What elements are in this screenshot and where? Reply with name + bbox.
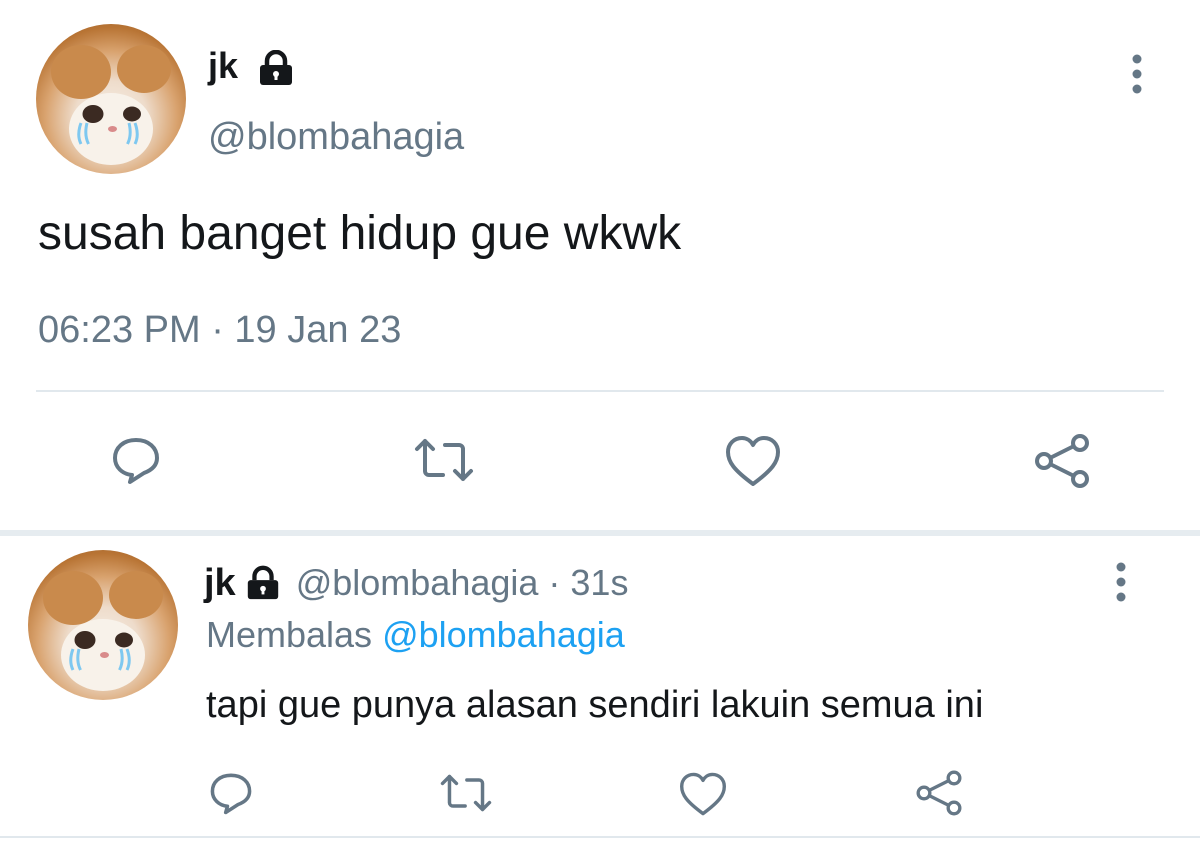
handle[interactable]: @blombahagia — [208, 114, 464, 160]
retweet-icon[interactable] — [412, 430, 476, 490]
share-icon[interactable] — [912, 766, 966, 820]
replying-prefix: Membalas — [206, 614, 373, 655]
reply-header: jk @blombahagia · 31s — [204, 558, 628, 608]
like-icon[interactable] — [722, 430, 784, 492]
retweet-icon[interactable] — [438, 768, 494, 818]
cat-avatar-image — [51, 45, 171, 165]
cat-avatar-image — [43, 571, 163, 691]
lock-icon — [244, 565, 282, 601]
share-icon[interactable] — [1030, 430, 1094, 492]
more-options-icon[interactable] — [1122, 52, 1152, 96]
display-name[interactable]: jk — [208, 44, 238, 88]
more-options-icon[interactable] — [1106, 560, 1136, 604]
replying-to-link[interactable]: @blombahagia — [382, 614, 625, 655]
lock-icon — [256, 50, 296, 86]
handle[interactable]: @blombahagia — [296, 562, 539, 604]
avatar[interactable] — [36, 24, 186, 174]
display-name[interactable]: jk — [204, 562, 236, 605]
meta-separator: · — [548, 562, 561, 603]
divider — [0, 836, 1200, 838]
tweet-text: susah banget hidup gue wkwk — [38, 207, 682, 260]
reply-icon[interactable] — [106, 430, 166, 490]
section-divider — [0, 530, 1200, 536]
tweet-text: tapi gue punya alasan sendiri lakuin sem… — [206, 684, 984, 726]
tweet-timestamp[interactable]: 06:23 PM · 19 Jan 23 — [38, 306, 401, 354]
tweet-age[interactable]: 31s — [570, 562, 628, 604]
like-icon[interactable] — [676, 768, 730, 820]
reply-icon[interactable] — [206, 768, 256, 818]
replying-to: Membalas @blombahagia — [206, 612, 625, 658]
avatar[interactable] — [28, 550, 178, 700]
divider — [36, 390, 1164, 392]
